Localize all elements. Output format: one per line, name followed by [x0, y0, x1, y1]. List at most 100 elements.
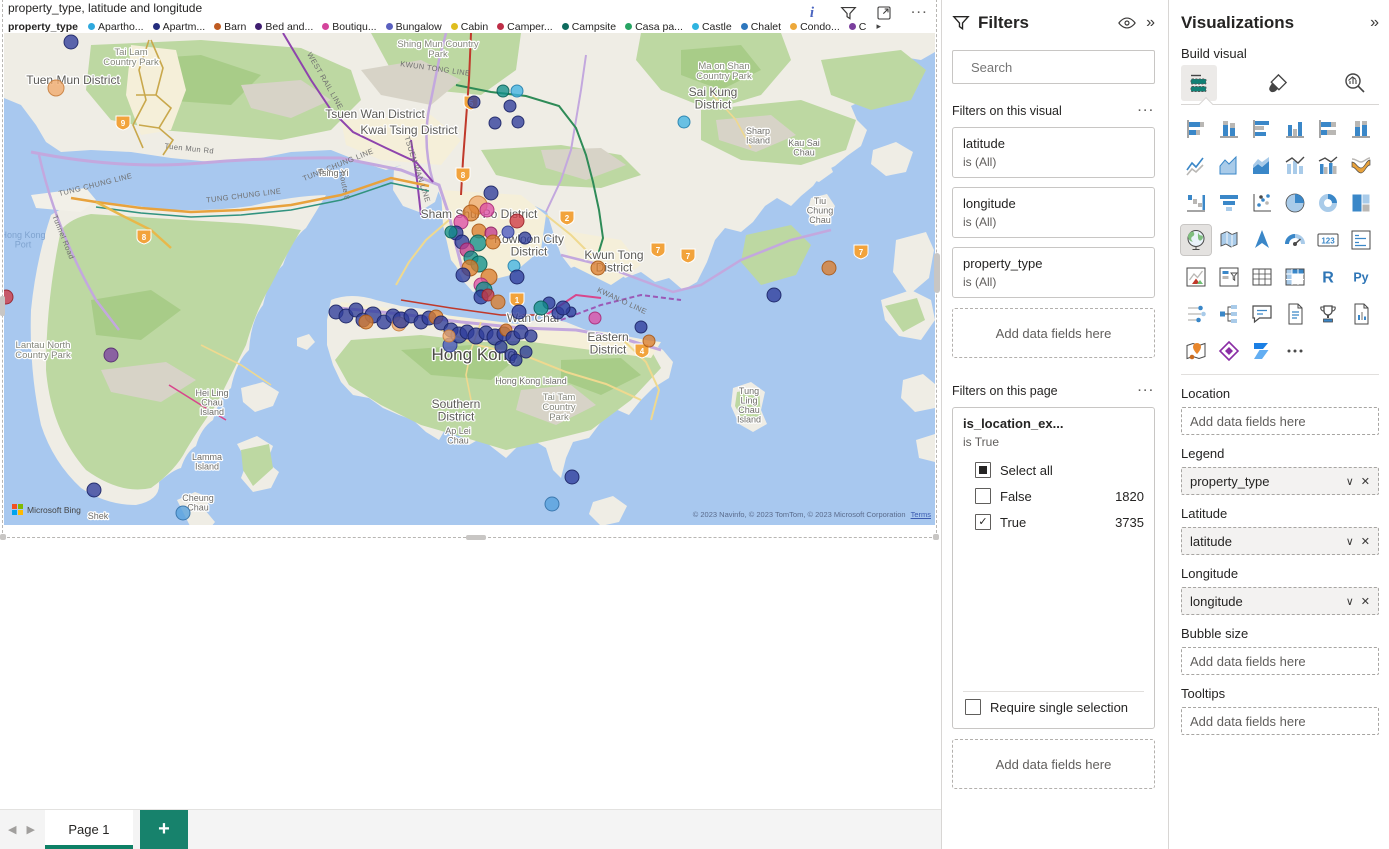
chevron-down-icon[interactable]: ∨ — [1346, 475, 1354, 488]
map-data-bubble[interactable] — [495, 341, 507, 353]
visual-type-kpi-icon[interactable] — [1181, 262, 1211, 292]
legend-item[interactable]: Cabin — [451, 21, 488, 33]
map-data-bubble[interactable] — [534, 301, 548, 315]
filter-option-row[interactable]: Select all — [963, 457, 1144, 483]
map-data-bubble[interactable] — [510, 270, 524, 284]
visual-type-key-influencers-icon[interactable] — [1181, 299, 1211, 329]
visual-type-line-and-clustered-column-chart-icon[interactable] — [1313, 151, 1343, 181]
page-filter-card[interactable]: is_location_ex... is True Select allFals… — [952, 407, 1155, 729]
checkbox-indeterminate[interactable] — [975, 462, 991, 478]
terms-link[interactable]: Terms — [911, 510, 931, 519]
chevron-down-icon[interactable]: ∨ — [1346, 535, 1354, 548]
visual-type-paginated-report-icon[interactable] — [1346, 299, 1376, 329]
map-data-bubble[interactable] — [486, 235, 500, 249]
field-well-bubble-size[interactable]: Add data fields here — [1181, 647, 1379, 675]
field-well-legend[interactable]: property_type∨✕ — [1181, 467, 1379, 495]
visual-type-stacked-area-chart-icon[interactable] — [1247, 151, 1277, 181]
legend-item[interactable]: Chalet — [741, 21, 781, 33]
visual-type-donut-chart-icon[interactable] — [1313, 188, 1343, 218]
remove-field-icon[interactable]: ✕ — [1361, 595, 1370, 608]
legend-item[interactable]: Apartho... — [88, 21, 144, 33]
visual-type-ribbon-chart-icon[interactable] — [1346, 151, 1376, 181]
filter-search[interactable] — [952, 50, 1155, 84]
map-data-bubble[interactable] — [480, 203, 494, 217]
collapse-filters-pane-icon[interactable]: » — [1146, 15, 1155, 31]
map-data-bubble[interactable] — [484, 186, 498, 200]
visual-type-qa-visual-icon[interactable] — [1247, 299, 1277, 329]
scrollbar-thumb[interactable] — [934, 253, 940, 293]
field-well-tooltips[interactable]: Add data fields here — [1181, 707, 1379, 735]
visual-type-100-stacked-column-chart-icon[interactable] — [1346, 114, 1376, 144]
field-well-location[interactable]: Add data fields here — [1181, 407, 1379, 435]
filter-card[interactable]: longitudeis (All) — [952, 187, 1155, 238]
map-visual[interactable]: property_type, latitude and longitude i … — [2, 0, 937, 538]
map-data-bubble[interactable] — [520, 346, 532, 358]
map-data-bubble[interactable] — [512, 305, 526, 319]
chevron-down-icon[interactable]: ∨ — [1346, 595, 1354, 608]
map-data-bubble[interactable] — [767, 288, 781, 302]
legend-scroll-arrow[interactable]: ▸ — [876, 21, 881, 32]
map-data-bubble[interactable] — [545, 497, 559, 511]
visual-type-waterfall-chart-icon[interactable] — [1181, 188, 1211, 218]
legend-item[interactable]: Barn — [214, 21, 246, 33]
map-data-bubble[interactable] — [511, 85, 523, 97]
filter-option-row[interactable]: False1820 — [963, 483, 1144, 509]
visual-type-r-script-visual-icon[interactable]: R — [1313, 262, 1343, 292]
field-well-latitude[interactable]: latitude∨✕ — [1181, 527, 1379, 555]
visual-filters-more-options-icon[interactable]: ··· — [1138, 105, 1155, 117]
canvas-scrollbar[interactable] — [934, 0, 941, 810]
visual-type-line-chart-icon[interactable] — [1181, 151, 1211, 181]
field-well-longitude[interactable]: longitude∨✕ — [1181, 587, 1379, 615]
map-data-bubble[interactable] — [510, 214, 524, 228]
legend-item[interactable]: Camper... — [497, 21, 553, 33]
add-filter-field-dropzone[interactable]: Add data fields here — [952, 308, 1155, 358]
map-data-bubble[interactable] — [445, 226, 457, 238]
map-data-bubble[interactable] — [512, 116, 524, 128]
eye-icon[interactable] — [1116, 12, 1138, 34]
legend-item[interactable]: Cottage — [849, 21, 866, 33]
new-page-button[interactable]: + — [140, 810, 188, 849]
page-tab[interactable]: Page 1 — [45, 810, 133, 849]
page-filters-more-options-icon[interactable]: ··· — [1138, 385, 1155, 397]
visual-type-matrix-icon[interactable] — [1280, 262, 1310, 292]
search-input[interactable] — [969, 59, 1149, 76]
visual-type-smart-narrative-icon[interactable] — [1280, 299, 1310, 329]
map-data-bubble[interactable] — [589, 312, 601, 324]
map[interactable]: Tuen Mun DistrictTai LamCountry ParkShin… — [4, 33, 935, 525]
visual-type-treemap-icon[interactable] — [1346, 188, 1376, 218]
map-data-bubble[interactable] — [443, 330, 455, 342]
visual-type-slicer-icon[interactable] — [1214, 262, 1244, 292]
visual-type-azure-map-icon[interactable] — [1247, 225, 1277, 255]
map-data-bubble[interactable] — [678, 116, 690, 128]
resize-handle-bottom-left[interactable] — [0, 534, 6, 540]
checkbox-unchecked[interactable] — [975, 488, 991, 504]
legend-item[interactable]: Bed and... — [255, 21, 313, 33]
map-data-bubble[interactable] — [359, 315, 373, 329]
format-visual-tab[interactable] — [1259, 65, 1295, 101]
report-canvas[interactable]: property_type, latitude and longitude i … — [0, 0, 941, 849]
map-data-bubble[interactable] — [504, 100, 516, 112]
visual-type-power-apps-icon[interactable] — [1214, 336, 1244, 366]
visual-type-scatter-chart-icon[interactable] — [1247, 188, 1277, 218]
legend-item[interactable]: Condo... — [790, 21, 840, 33]
map-data-bubble[interactable] — [510, 354, 522, 366]
visual-type-filled-map-icon[interactable] — [1214, 225, 1244, 255]
map-data-bubble[interactable] — [87, 483, 101, 497]
collapse-visualizations-pane-icon[interactable]: » — [1370, 15, 1379, 31]
build-visual-tab[interactable] — [1181, 65, 1217, 101]
map-data-bubble[interactable] — [489, 117, 501, 129]
map-data-bubble[interactable] — [48, 80, 64, 96]
legend-item[interactable]: Castle — [692, 21, 732, 33]
remove-field-icon[interactable]: ✕ — [1361, 535, 1370, 548]
visual-type-clustered-column-chart-icon[interactable] — [1280, 114, 1310, 144]
visual-type-stacked-column-chart-icon[interactable] — [1214, 114, 1244, 144]
visual-type-decomposition-tree-icon[interactable] — [1214, 299, 1244, 329]
more-options-icon[interactable]: ··· — [910, 3, 930, 23]
checkbox-checked[interactable] — [975, 514, 991, 530]
legend-item[interactable]: Bungalow — [386, 21, 442, 33]
map-data-bubble[interactable] — [491, 295, 505, 309]
map-data-bubble[interactable] — [822, 261, 836, 275]
visual-type-power-automate-icon[interactable] — [1247, 336, 1277, 366]
previous-page-arrow-icon[interactable]: ◀ — [8, 823, 16, 836]
map-data-bubble[interactable] — [591, 261, 605, 275]
